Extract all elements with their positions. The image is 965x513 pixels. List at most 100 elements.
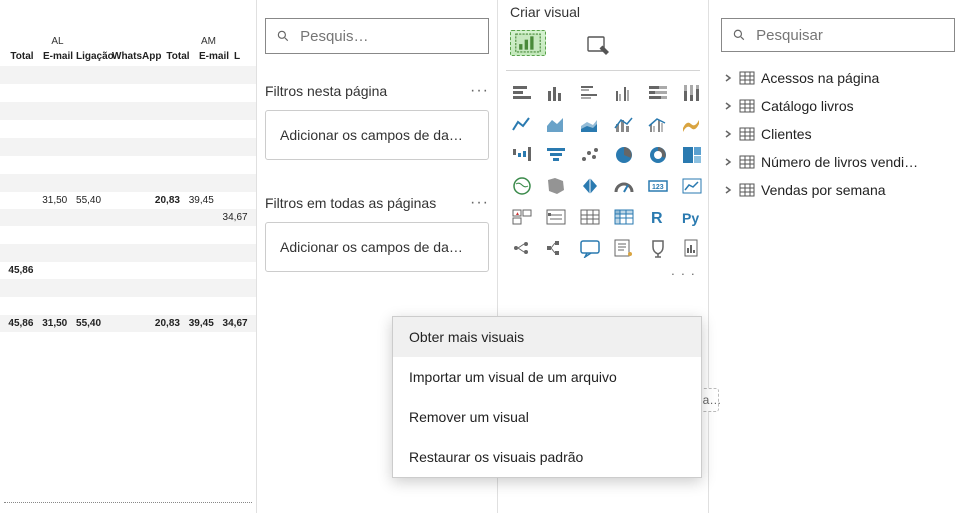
visual-goals-icon[interactable] bbox=[644, 236, 672, 260]
visual-pie-icon[interactable] bbox=[610, 143, 638, 167]
table-row bbox=[0, 84, 256, 102]
col-ligacao: Ligação bbox=[76, 51, 112, 62]
ctx-get-more-visuals[interactable]: Obter mais visuais bbox=[393, 317, 701, 357]
visual-stacked-area-icon[interactable] bbox=[576, 112, 604, 136]
visual-r-visual-icon[interactable]: R bbox=[644, 205, 672, 229]
visual-gallery-more[interactable]: · · · bbox=[506, 266, 700, 281]
table-cell bbox=[151, 212, 185, 223]
visual-line-clustered-icon[interactable] bbox=[644, 112, 672, 136]
build-visual-tab[interactable] bbox=[510, 30, 546, 56]
visual-donut-icon[interactable] bbox=[644, 143, 672, 167]
field-table-row[interactable]: Acessos na página bbox=[721, 64, 955, 92]
visual-line-icon[interactable] bbox=[508, 112, 536, 136]
table-row bbox=[0, 156, 256, 174]
col-whatsapp: WhatsApp bbox=[112, 51, 160, 62]
visual-scatter-icon[interactable] bbox=[576, 143, 604, 167]
col-total-1: Total bbox=[4, 51, 40, 62]
filters-page-section: Filtros nesta página ··· Adicionar os ca… bbox=[265, 82, 489, 160]
table-row bbox=[0, 244, 256, 262]
table-cell bbox=[105, 265, 150, 276]
ctx-remove-visual[interactable]: Remover um visual bbox=[393, 397, 701, 437]
table-cell: 34,67 bbox=[218, 212, 252, 223]
visual-decomposition-icon[interactable] bbox=[542, 236, 570, 260]
table-row bbox=[0, 66, 256, 84]
table-cell bbox=[72, 212, 106, 223]
table-cell: 31,50 bbox=[38, 318, 72, 329]
visual-table-icon[interactable] bbox=[576, 205, 604, 229]
table-cell bbox=[38, 265, 72, 276]
visual-slicer-icon[interactable] bbox=[542, 205, 570, 229]
visual-matrix-icon[interactable] bbox=[610, 205, 638, 229]
fields-search-box[interactable] bbox=[721, 18, 955, 52]
filters-all-more-icon[interactable]: ··· bbox=[470, 194, 489, 212]
filters-page-dropzone[interactable]: Adicionar os campos de da… bbox=[265, 110, 489, 160]
visual-waterfall-icon[interactable] bbox=[508, 143, 536, 167]
table-cell bbox=[151, 265, 185, 276]
svg-text:Py: Py bbox=[682, 210, 699, 226]
col-total-2: Total bbox=[160, 51, 196, 62]
visual-clustered-bar-icon[interactable] bbox=[576, 81, 604, 105]
filters-page-more-icon[interactable]: ··· bbox=[470, 82, 489, 100]
visual-100-stacked-column-icon[interactable] bbox=[678, 81, 706, 105]
ctx-import-visual[interactable]: Importar um visual de um arquivo bbox=[393, 357, 701, 397]
visual-100-stacked-bar-icon[interactable] bbox=[644, 81, 672, 105]
table-cell: 39,45 bbox=[184, 195, 218, 206]
visual-paginated-icon[interactable] bbox=[678, 236, 706, 260]
visual-treemap-icon[interactable] bbox=[678, 143, 706, 167]
table-icon bbox=[739, 99, 755, 113]
table-cell bbox=[184, 212, 218, 223]
visual-line-column-icon[interactable] bbox=[610, 112, 638, 136]
table-row: 31,5055,4020,8339,45 bbox=[0, 192, 256, 209]
field-table-name: Clientes bbox=[761, 126, 812, 142]
filters-page-title: Filtros nesta página bbox=[265, 83, 387, 99]
table-cell bbox=[218, 265, 252, 276]
visual-narrative-icon[interactable] bbox=[610, 236, 638, 260]
field-table-row[interactable]: Clientes bbox=[721, 120, 955, 148]
table-row bbox=[0, 279, 256, 297]
visual-kpi-icon[interactable] bbox=[678, 174, 706, 198]
table-cell: 45,86 bbox=[4, 265, 38, 276]
visual-azure-map-icon[interactable] bbox=[576, 174, 604, 198]
filters-all-section: Filtros em todas as páginas ··· Adiciona… bbox=[265, 194, 489, 272]
table-body: 31,5055,4020,8339,45 34,67 45,86 45,8631,… bbox=[0, 66, 256, 332]
filter-search-input[interactable] bbox=[300, 28, 478, 45]
visual-map-icon[interactable] bbox=[508, 174, 536, 198]
table-cell: 20,83 bbox=[151, 318, 185, 329]
filters-all-dropzone[interactable]: Adicionar os campos de da… bbox=[265, 222, 489, 272]
search-icon bbox=[276, 28, 290, 44]
filter-search-box[interactable] bbox=[265, 18, 489, 54]
visual-qa-icon[interactable] bbox=[576, 236, 604, 260]
table-row: 45,8631,5055,4020,8339,4534,67 bbox=[0, 315, 256, 332]
visual-stacked-bar-icon[interactable] bbox=[508, 81, 536, 105]
visual-context-menu: Obter mais visuais Importar um visual de… bbox=[392, 316, 702, 478]
field-table-name: Número de livros vendi… bbox=[761, 154, 918, 170]
visual-area-icon[interactable] bbox=[542, 112, 570, 136]
visual-card-icon[interactable]: 123 bbox=[644, 174, 672, 198]
visual-filled-map-icon[interactable] bbox=[542, 174, 570, 198]
field-table-row[interactable]: Catálogo livros bbox=[721, 92, 955, 120]
visual-multi-card-icon[interactable]: ▲ bbox=[508, 205, 536, 229]
visual-py-visual-icon[interactable]: Py bbox=[678, 205, 706, 229]
filters-all-title: Filtros em todas as páginas bbox=[265, 195, 436, 211]
field-table-row[interactable]: Número de livros vendi… bbox=[721, 148, 955, 176]
fields-table-list: Acessos na páginaCatálogo livros Clientes… bbox=[721, 64, 955, 204]
table-row bbox=[0, 226, 256, 244]
table-bottom-border bbox=[4, 502, 252, 503]
table-row: 34,67 bbox=[0, 209, 256, 226]
fields-search-input[interactable] bbox=[756, 27, 944, 44]
visual-key-influencers-icon[interactable] bbox=[508, 236, 536, 260]
visual-stacked-column-icon[interactable] bbox=[542, 81, 570, 105]
report-data-preview: AL AM Total E-mail Ligação WhatsApp Tota… bbox=[0, 0, 256, 513]
visual-ribbon-icon[interactable] bbox=[678, 112, 706, 136]
visual-gauge-icon[interactable] bbox=[610, 174, 638, 198]
visualizations-title: Criar visual bbox=[510, 4, 700, 20]
ctx-restore-defaults[interactable]: Restaurar os visuais padrão bbox=[393, 437, 701, 477]
visual-clustered-column-icon[interactable] bbox=[610, 81, 638, 105]
visual-gallery: 123 ▲ R Py bbox=[506, 70, 700, 260]
visual-funnel-icon[interactable] bbox=[542, 143, 570, 167]
table-icon bbox=[739, 127, 755, 141]
field-table-row[interactable]: Vendas por semana bbox=[721, 176, 955, 204]
col-email-2: E-mail bbox=[196, 51, 232, 62]
format-visual-tab[interactable] bbox=[580, 30, 616, 62]
table-row bbox=[0, 174, 256, 192]
